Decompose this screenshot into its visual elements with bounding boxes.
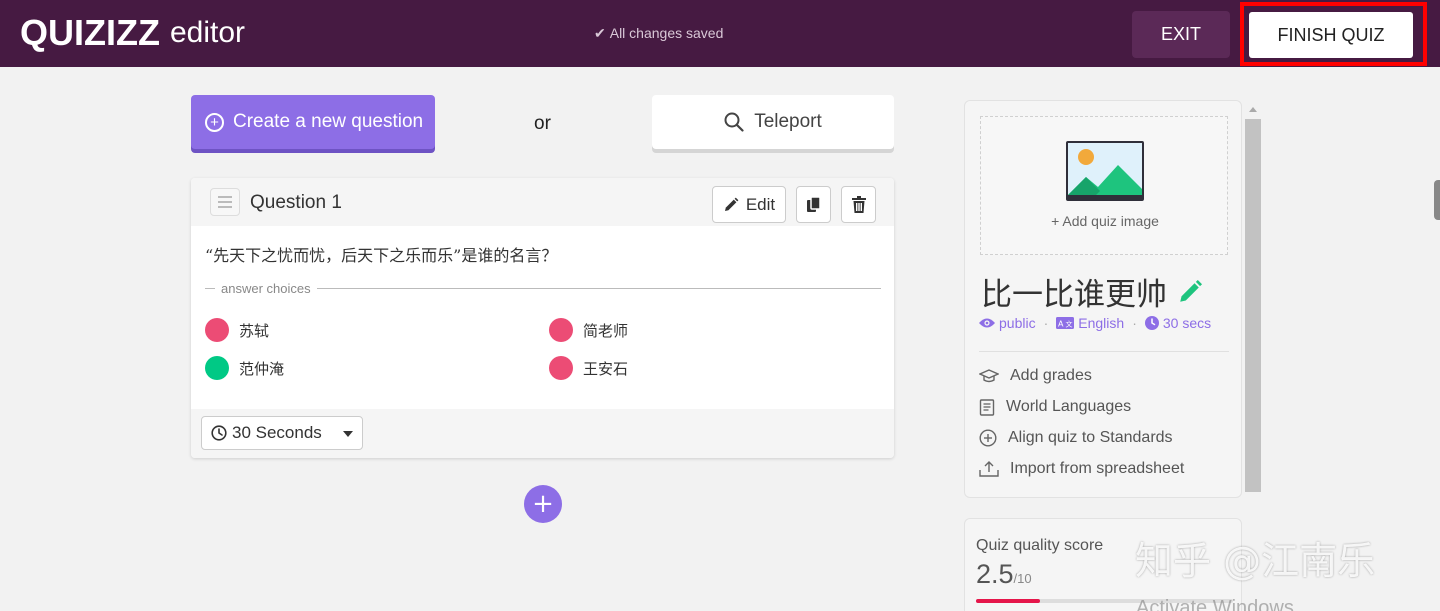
side-edge-tab[interactable]: [1434, 180, 1440, 220]
time-value[interactable]: 30 secs: [1163, 315, 1211, 331]
question-header: Question 1 Edit: [191, 178, 894, 226]
upload-icon: [979, 461, 999, 477]
book-icon: [979, 398, 995, 416]
exit-button[interactable]: EXIT: [1132, 11, 1230, 58]
incorrect-dot-icon: [205, 318, 229, 342]
quizizz-logo[interactable]: QUIZIZZ: [20, 12, 160, 54]
edit-label: Edit: [745, 194, 776, 214]
activate-windows-notice: Activate Windows: [1136, 597, 1294, 611]
image-placeholder-icon: [1066, 141, 1144, 201]
panel-scrollbar[interactable]: [1245, 103, 1261, 495]
answer-choice-text: 简老师: [583, 321, 629, 340]
question-footer: 30 Seconds: [191, 409, 894, 458]
time-limit-value: 30 Seconds: [232, 423, 322, 442]
import-spreadsheet-label: Import from spreadsheet: [1010, 460, 1185, 477]
edit-title-pencil-icon[interactable]: [1177, 279, 1203, 305]
delete-button[interactable]: [841, 186, 876, 223]
answer-choice-text: 范仲淹: [239, 359, 285, 378]
world-languages-label: World Languages: [1006, 398, 1132, 415]
save-status: ✔ All changes saved: [594, 25, 723, 42]
add-question-button[interactable]: +: [524, 485, 562, 523]
teleport-button[interactable]: Teleport: [652, 95, 894, 149]
quality-score: 2.5/10: [976, 559, 1032, 590]
divider: [979, 351, 1229, 352]
search-icon: [724, 112, 744, 132]
answer-choices-divider: answer choices: [205, 281, 881, 296]
graduation-cap-icon: [979, 369, 999, 383]
import-spreadsheet-item[interactable]: Import from spreadsheet: [979, 460, 1184, 478]
incorrect-dot-icon: [549, 318, 573, 342]
eye-icon: [979, 318, 995, 328]
scroll-up-arrow-icon[interactable]: [1249, 107, 1257, 112]
trash-icon: [851, 196, 866, 213]
top-bar: QUIZIZZ editor ✔ All changes saved EXIT F…: [0, 0, 1440, 67]
or-text: or: [534, 113, 551, 134]
incorrect-dot-icon: [549, 356, 573, 380]
quiz-image-dropzone[interactable]: + Add quiz image: [980, 116, 1228, 255]
answer-choice-text: 苏轼: [239, 321, 270, 340]
plus-circle-icon: [979, 429, 997, 447]
edit-button[interactable]: Edit: [712, 186, 786, 223]
answer-choice: 王安石: [549, 356, 628, 380]
editor-label: editor: [170, 16, 246, 49]
pencil-icon: [724, 197, 739, 211]
save-status-text: All changes saved: [609, 25, 724, 41]
watermark: 知乎 @江南乐: [1135, 539, 1376, 583]
align-standards-item[interactable]: Align quiz to Standards: [979, 429, 1173, 447]
chevron-down-icon: [343, 431, 353, 437]
quality-label: Quiz quality score: [976, 537, 1104, 554]
quiz-settings-panel: + Add quiz image 比一比谁更帅 public · A文 Engl…: [964, 100, 1242, 498]
clock-icon: [211, 425, 227, 441]
quality-progress-fill: [976, 599, 1041, 603]
add-grades-item[interactable]: Add grades: [979, 367, 1092, 385]
svg-text:文: 文: [1066, 320, 1073, 329]
finish-quiz-button[interactable]: FINISH QUIZ: [1249, 12, 1413, 58]
teleport-label: Teleport: [754, 111, 822, 132]
answer-choice: 苏轼: [205, 318, 269, 342]
check-icon: ✔: [594, 25, 606, 41]
visibility-value[interactable]: public: [999, 315, 1036, 331]
answer-choice: 范仲淹: [205, 356, 284, 380]
scrollbar-thumb[interactable]: [1245, 119, 1261, 492]
quiz-title-text: 比一比谁更帅: [981, 277, 1167, 313]
svg-text:A: A: [1058, 320, 1064, 329]
quality-score-max: /10: [1013, 571, 1032, 586]
quiz-meta: public · A文 English · 30 secs: [979, 315, 1211, 331]
question-text: “先天下之忧而忧，后天下之乐而乐”是谁的名言？: [205, 246, 558, 265]
correct-dot-icon: [205, 356, 229, 380]
quality-score-value: 2.5: [976, 559, 1014, 589]
create-question-label: Create a new question: [233, 111, 424, 132]
answer-choice-text: 王安石: [583, 359, 629, 378]
align-standards-label: Align quiz to Standards: [1008, 429, 1173, 446]
plus-circle-icon: +: [205, 112, 224, 132]
create-question-button[interactable]: + Create a new question: [191, 95, 435, 149]
language-icon: A文: [1056, 317, 1075, 329]
answer-choice: 简老师: [549, 318, 628, 342]
quiz-title: 比一比谁更帅: [981, 269, 1203, 314]
question-number: Question 1: [250, 192, 342, 213]
answer-choices-label: answer choices: [221, 281, 311, 296]
copy-icon: [806, 196, 821, 212]
duplicate-button[interactable]: [796, 186, 831, 223]
clock-icon: [1144, 316, 1159, 330]
plus-icon: +: [532, 489, 554, 519]
finish-quiz-highlight: FINISH QUIZ: [1240, 2, 1427, 66]
language-value[interactable]: English: [1078, 315, 1124, 331]
question-card: Question 1 Edit “先天下之忧而忧，后天下之乐而乐”是谁的名言？ …: [191, 178, 894, 458]
add-grades-label: Add grades: [1010, 367, 1092, 384]
world-languages-item[interactable]: World Languages: [979, 398, 1131, 416]
add-quiz-image-label[interactable]: + Add quiz image: [981, 213, 1229, 229]
time-limit-select[interactable]: 30 Seconds: [201, 416, 363, 450]
drag-handle-icon[interactable]: [210, 188, 240, 216]
